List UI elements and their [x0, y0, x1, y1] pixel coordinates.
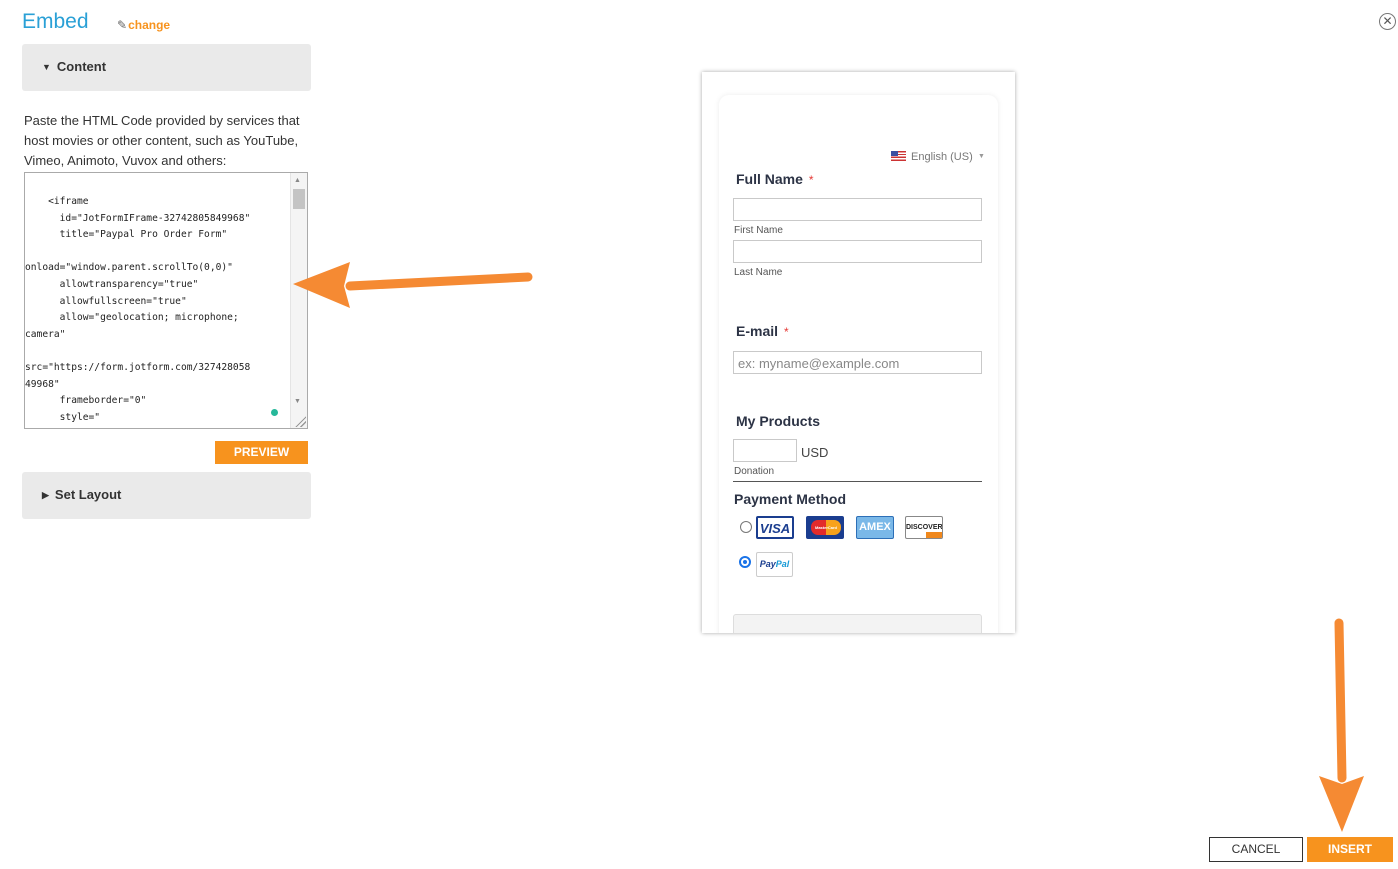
scroll-up-icon[interactable]: ▲: [294, 177, 301, 184]
last-name-sublabel: Last Name: [734, 267, 783, 278]
paypal-pay: Pay: [759, 559, 776, 569]
content-section-header[interactable]: ▼ Content: [22, 44, 311, 91]
triangle-down-icon: ▼: [42, 62, 51, 72]
embed-code-text[interactable]: <iframe id="JotFormIFrame-32742805849968…: [25, 194, 291, 426]
required-mark: *: [808, 173, 814, 187]
first-name-input[interactable]: [733, 198, 982, 221]
form-submit-area[interactable]: [733, 614, 982, 633]
payment-method-label: Payment Method: [734, 491, 847, 507]
insert-button[interactable]: INSERT: [1307, 837, 1393, 862]
scroll-thumb[interactable]: [293, 189, 305, 209]
code-scrollbar[interactable]: ▲ ▼: [290, 173, 307, 428]
set-layout-section-header[interactable]: ▶ Set Layout: [22, 472, 311, 519]
first-name-sublabel: First Name: [734, 225, 783, 236]
paypal-radio[interactable]: [739, 556, 751, 568]
mastercard-card-icon: MasterCard: [806, 516, 844, 539]
discover-stripe: [906, 532, 942, 538]
caret-down-icon[interactable]: ▼: [978, 153, 985, 160]
email-input[interactable]: ex: myname@example.com: [733, 351, 982, 374]
left-arrow-annotation: [293, 262, 533, 308]
change-link[interactable]: ✎change: [117, 18, 170, 32]
us-flag-icon: [891, 151, 906, 161]
products-label: My Products: [736, 413, 821, 429]
paypal-pal: Pal: [775, 559, 790, 569]
card-radio[interactable]: [740, 521, 752, 533]
status-dot-icon: [271, 409, 278, 416]
discover-card-icon: DISCOVER: [905, 516, 943, 539]
form-preview-frame: English (US) ▼ Full Name * First Name Las…: [702, 72, 1015, 633]
triangle-right-icon: ▶: [42, 490, 49, 500]
visa-card-icon: VISA: [756, 516, 794, 539]
form-card: English (US) ▼ Full Name * First Name Las…: [719, 95, 998, 633]
dialog-title: Embed: [22, 10, 89, 33]
donation-input[interactable]: [733, 439, 797, 462]
pencil-icon: ✎: [117, 18, 128, 32]
required-mark: *: [784, 325, 789, 339]
mastercard-text: MasterCard: [811, 520, 841, 535]
cancel-button[interactable]: CANCEL: [1209, 837, 1303, 862]
close-icon[interactable]: ✕: [1379, 13, 1396, 30]
donation-sublabel: Donation: [734, 466, 775, 477]
email-text: E-mail: [736, 323, 779, 339]
content-section-label: Content: [56, 59, 107, 74]
full-name-text: Full Name: [736, 171, 803, 187]
resize-grip-icon[interactable]: [294, 415, 306, 427]
full-name-label: Full Name *: [736, 171, 814, 187]
paypal-logo-icon: PayPal: [756, 552, 793, 577]
discover-text: DISCOVER: [906, 524, 943, 531]
currency-label: USD: [801, 445, 829, 460]
down-arrow-annotation: [1319, 618, 1364, 832]
language-label: English (US): [911, 151, 973, 163]
scroll-down-icon[interactable]: ▼: [294, 398, 301, 405]
divider: [733, 481, 982, 482]
email-label: E-mail *: [736, 323, 789, 339]
embed-code-textarea[interactable]: <iframe id="JotFormIFrame-32742805849968…: [24, 172, 308, 429]
amex-card-icon: AMEX: [856, 516, 894, 539]
preview-button[interactable]: PREVIEW: [215, 441, 308, 464]
language-selector[interactable]: English (US): [891, 151, 973, 163]
embed-description: Paste the HTML Code provided by services…: [24, 113, 300, 168]
change-label: change: [128, 18, 171, 32]
last-name-input[interactable]: [733, 240, 982, 263]
set-layout-section-label: Set Layout: [54, 487, 122, 502]
